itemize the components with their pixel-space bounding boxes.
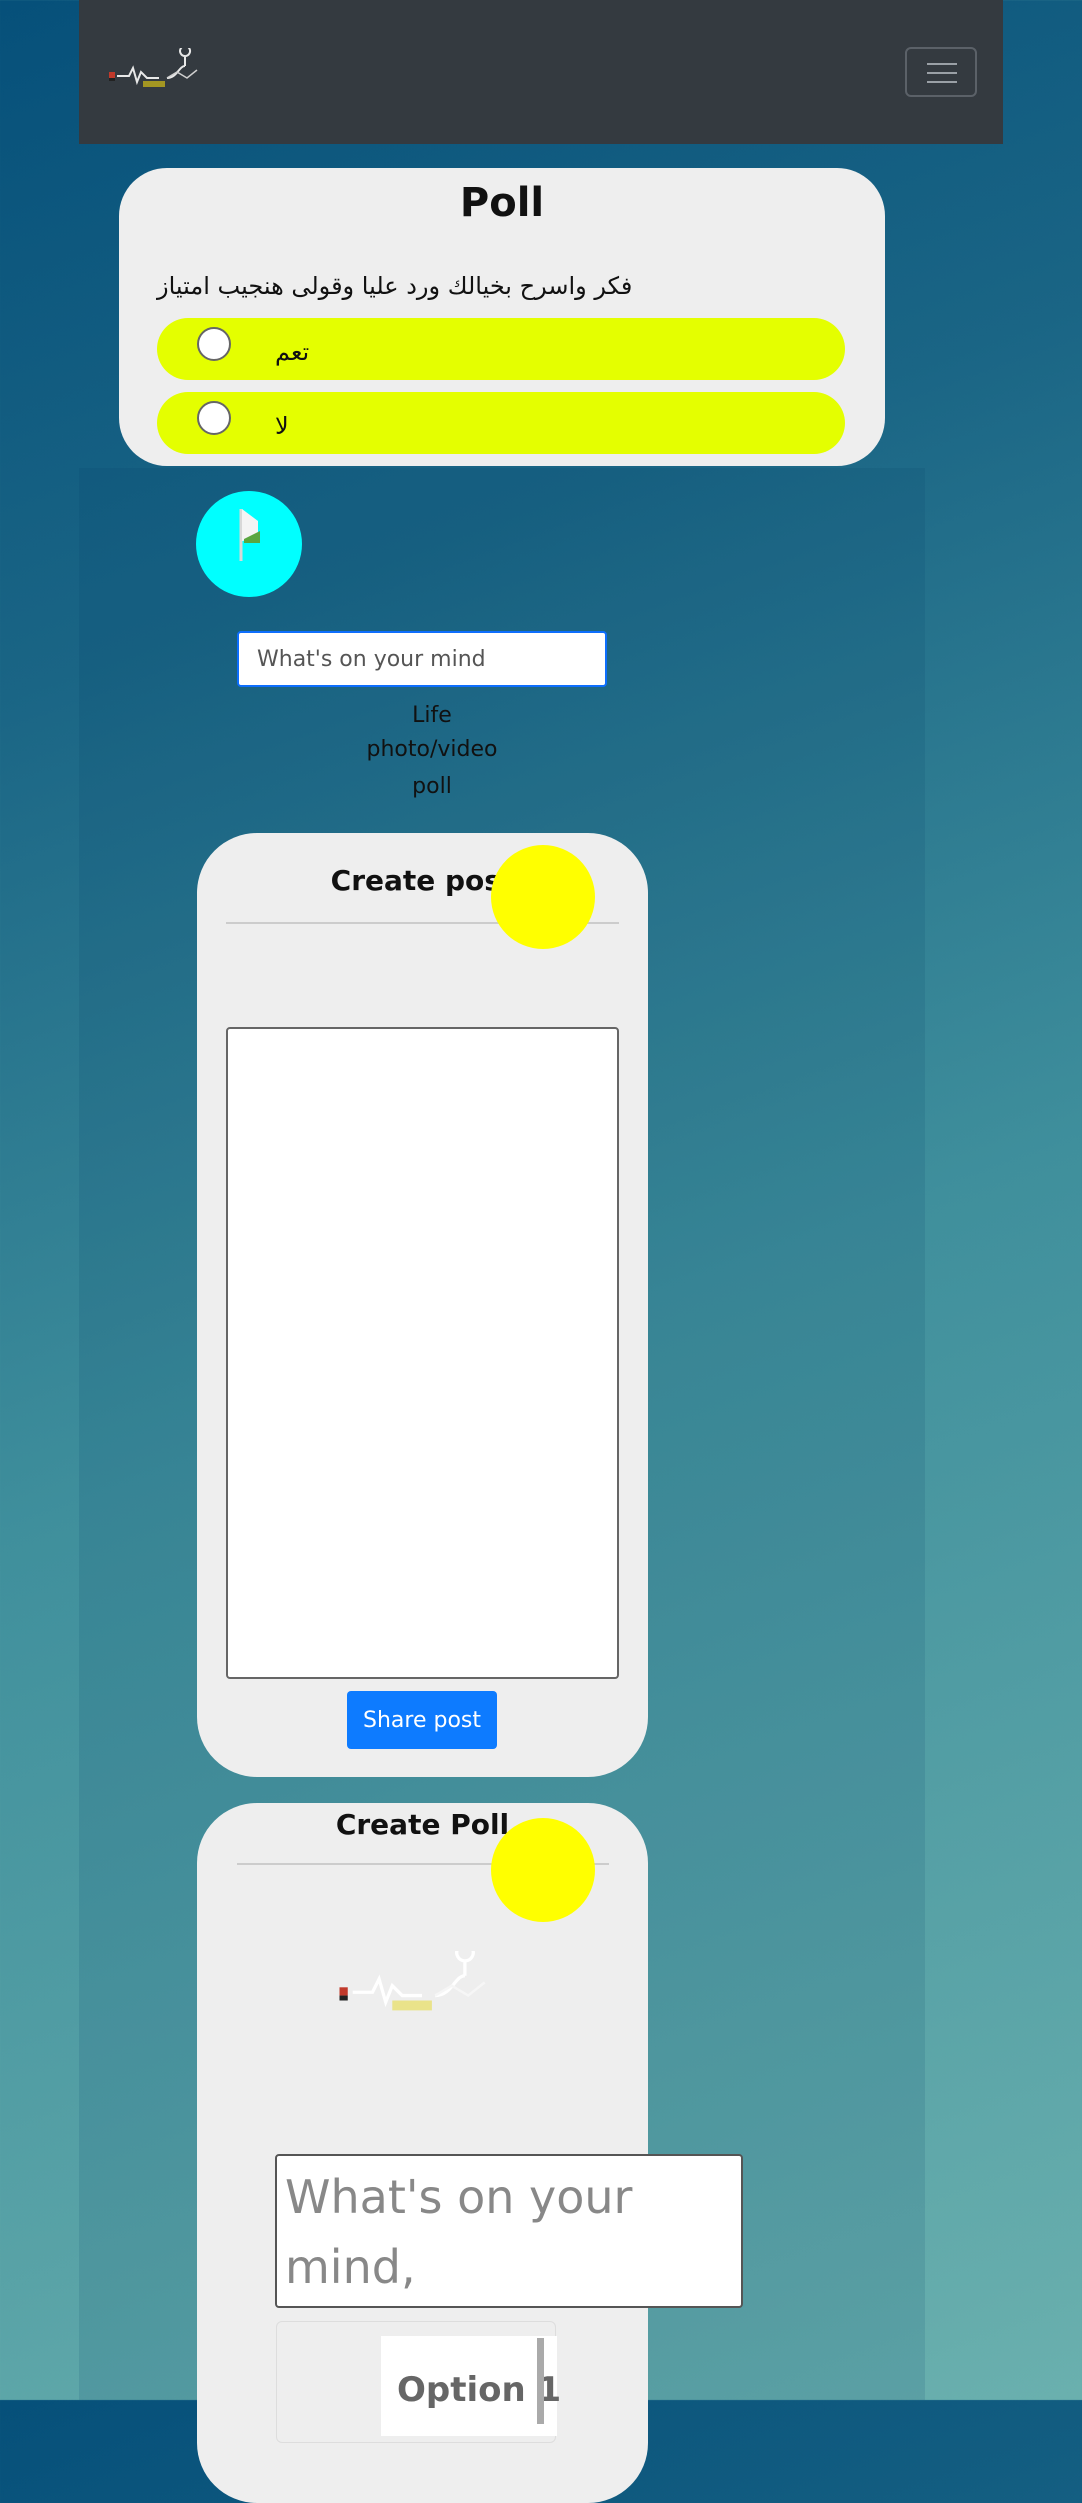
hamburger-menu-icon	[927, 63, 957, 65]
poll-link[interactable]: poll	[312, 774, 552, 799]
menu-toggle-button[interactable]	[905, 47, 977, 97]
close-button[interactable]	[491, 845, 595, 949]
poll-title: Poll	[459, 180, 545, 226]
poll-option-no[interactable]: لا	[157, 392, 845, 454]
navbar	[79, 0, 1003, 144]
life-link[interactable]: Life	[312, 703, 552, 728]
option-input[interactable]: Option 1	[381, 2336, 561, 2436]
poll-option-label: تعم	[275, 338, 310, 366]
poll-question: فكر واسرح بخيالك ورد عليا وقولى هنجيب ام…	[157, 272, 633, 300]
radio-button[interactable]	[197, 327, 231, 361]
share-post-button[interactable]: Share post	[347, 1691, 497, 1749]
create-poll-card: Create Poll Option 1	[197, 1803, 743, 2503]
user-flag-icon	[239, 509, 260, 561]
egypt-healthcare-logo	[339, 1951, 486, 2011]
photo-video-link[interactable]: photo/video	[312, 737, 552, 762]
radio-button[interactable]	[197, 401, 231, 435]
whats-on-your-mind-input[interactable]	[237, 631, 607, 687]
poll-card: Poll فكر واسرح بخيالك ورد عليا وقولى هنج…	[119, 168, 885, 466]
close-button[interactable]	[491, 1818, 595, 1922]
avatar[interactable]	[196, 491, 302, 597]
poll-option-field[interactable]: Option 1	[276, 2321, 561, 2443]
poll-option-yes[interactable]: تعم	[157, 318, 845, 380]
scrollbar[interactable]	[537, 2338, 544, 2424]
create-post-card: Create post Share post	[197, 833, 648, 1777]
poll-option-label: لا	[275, 412, 289, 440]
post-textarea[interactable]	[226, 1027, 619, 1679]
egypt-healthcare-logo[interactable]	[107, 48, 207, 96]
poll-question-input[interactable]	[275, 2154, 743, 2308]
